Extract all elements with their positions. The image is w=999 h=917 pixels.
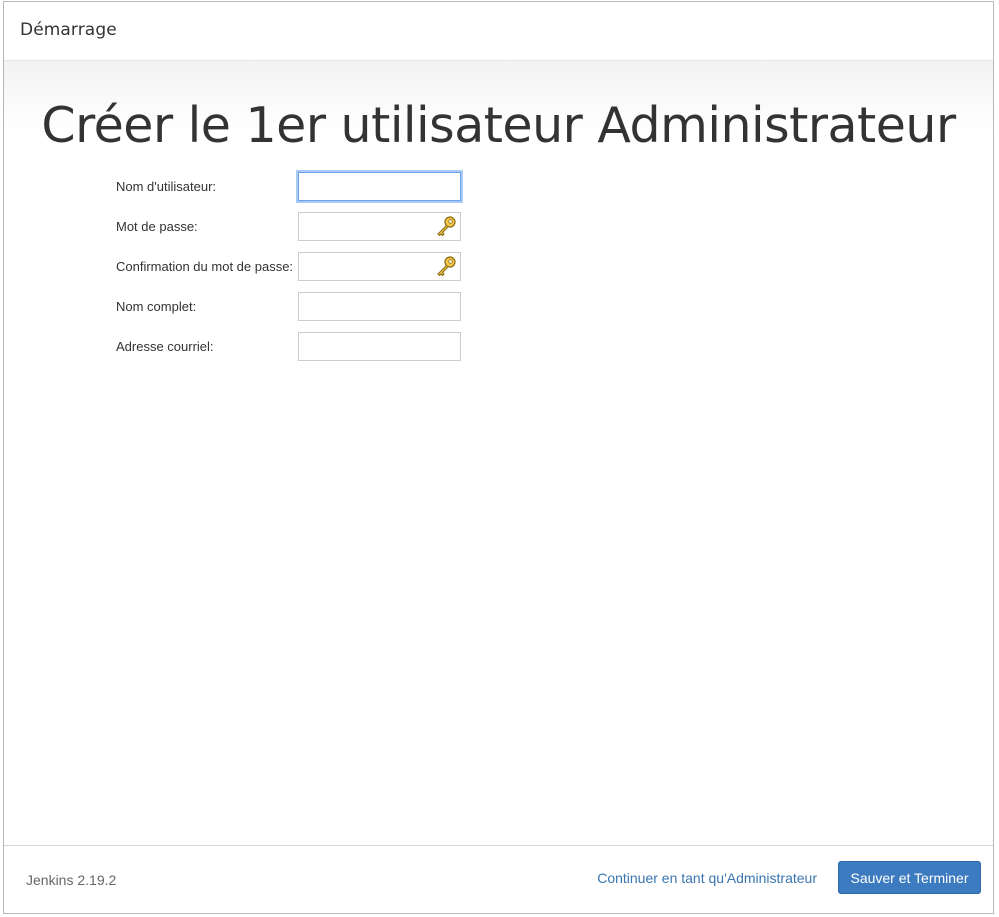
page-heading: Créer le 1er utilisateur Administrateur — [41, 97, 956, 154]
setup-dialog: Démarrage Créer le 1er utilisateur Admin… — [3, 1, 994, 914]
continue-as-admin-link[interactable]: Continuer en tant qu'Administrateur — [597, 870, 817, 886]
save-and-finish-button[interactable]: Sauver et Terminer — [838, 861, 981, 894]
version-label: Jenkins 2.19.2 — [26, 872, 117, 888]
email-input[interactable] — [298, 332, 461, 361]
password-confirm-input[interactable] — [298, 252, 461, 281]
dialog-footer: Jenkins 2.19.2 Continuer en tant qu'Admi… — [4, 845, 993, 913]
dialog-header: Démarrage — [4, 2, 993, 61]
password-input[interactable] — [298, 212, 461, 241]
key-icon — [437, 256, 456, 277]
dialog-title: Démarrage — [20, 20, 117, 40]
dialog-body: Créer le 1er utilisateur Administrateur … — [4, 61, 993, 845]
email-label: Adresse courriel: — [116, 339, 214, 354]
password-confirm-label: Confirmation du mot de passe: — [116, 259, 294, 274]
username-label: Nom d'utilisateur: — [116, 179, 217, 194]
password-label: Mot de passe: — [116, 219, 198, 234]
key-icon — [437, 216, 456, 237]
fullname-input[interactable] — [298, 292, 461, 321]
fullname-label: Nom complet: — [116, 299, 197, 314]
username-input[interactable] — [298, 172, 461, 201]
